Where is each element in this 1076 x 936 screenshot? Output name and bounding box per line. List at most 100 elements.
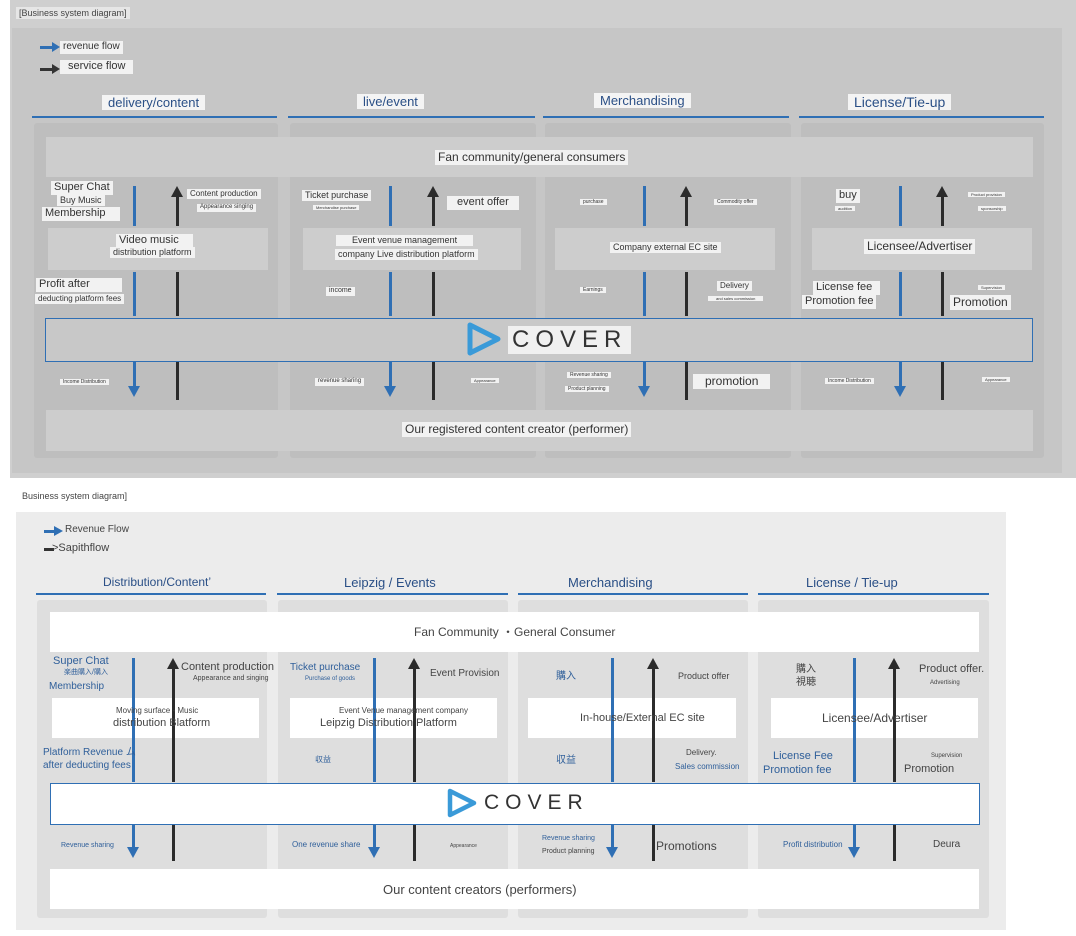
- revenue-arrow: [643, 362, 646, 388]
- revenue-arrow: [899, 272, 902, 316]
- label-profit-distribution: Profit distribution: [783, 840, 843, 849]
- fan-community-label: Fan community/general consumers: [435, 150, 629, 165]
- service-arrow: [432, 272, 435, 316]
- label-appearance-singing: Appearance and singing: [193, 675, 269, 682]
- label-revenue-sharing: revenue sharing: [315, 378, 365, 386]
- revenue-arrow: [133, 272, 136, 316]
- label-watch: 視聴: [796, 677, 816, 688]
- header-underline: [32, 116, 277, 118]
- label-appearance-singing: Appearance singing: [197, 204, 257, 212]
- label-content-production: Content production: [187, 189, 261, 199]
- label-deura: Deura: [933, 839, 961, 850]
- label-profit-line1: Platform Revenue ム: [43, 747, 136, 758]
- label-content-production: Content production: [181, 661, 274, 673]
- label-purchase-of-goods: Purchase of goods: [305, 676, 356, 682]
- label-platform-line1: Video music: [116, 234, 193, 248]
- label-license-fee: License fee: [813, 281, 881, 295]
- service-arrow: [176, 272, 179, 316]
- label-commodity-offer: Commodity offer: [714, 199, 757, 206]
- revenue-arrow-head: [127, 847, 139, 858]
- revenue-arrow: [899, 186, 902, 226]
- revenue-arrow: [611, 825, 614, 849]
- revenue-arrow: [643, 272, 646, 316]
- label-ec-site: In-house/External EC site: [580, 712, 705, 724]
- label-membership: Membership: [49, 681, 105, 692]
- label-revenue-sharing: Revenue sharing: [542, 835, 595, 842]
- label-profit-line1: Profit after: [36, 278, 122, 292]
- label-advertising: Advertising: [930, 680, 960, 686]
- label-membership: Membership: [42, 207, 120, 221]
- label-supervision: Supervision: [931, 753, 963, 759]
- legend-service-label: >Sapithflow: [52, 542, 110, 554]
- legend-revenue-arrow-head: [52, 42, 60, 52]
- label-earnings: Earnings: [580, 287, 606, 294]
- label-super-chat: Super Chat: [51, 181, 113, 195]
- header-live-event: live/event: [357, 94, 424, 109]
- cover-wordmark: COVER: [484, 791, 589, 814]
- label-delivery: Delivery: [717, 281, 752, 291]
- service-arrow: [176, 362, 179, 400]
- label-income: income: [326, 287, 355, 296]
- revenue-arrow-head: [128, 386, 140, 397]
- revenue-arrow: [389, 186, 392, 226]
- revenue-arrow: [389, 272, 392, 316]
- header-underline: [288, 116, 535, 118]
- header-delivery-content: delivery/content: [102, 95, 206, 110]
- label-purchase: 購入: [556, 671, 576, 682]
- label-product-planning: Product planning: [565, 386, 609, 393]
- cover-wordmark: COVER: [508, 326, 632, 354]
- label-buy: buy: [836, 189, 860, 203]
- label-buy: 購入: [796, 664, 816, 675]
- label-product-planning: Product planning: [542, 848, 595, 855]
- revenue-arrow-head: [894, 386, 906, 397]
- header-license-tieup: License/Tie-up: [848, 94, 952, 110]
- revenue-arrow: [132, 825, 135, 849]
- label-super-chat: Super Chat: [53, 655, 109, 667]
- label-promotion: Promotion: [904, 763, 955, 775]
- label-venue-line1: Event venue management: [336, 235, 474, 247]
- label-promotion: promotion: [693, 374, 771, 389]
- label-income: 収益: [556, 755, 576, 766]
- header-leipzig-events: Leipzig / Events: [344, 575, 436, 590]
- label-appearance: Appearance: [982, 377, 1010, 382]
- header-merchandising: Merchandising: [568, 575, 653, 590]
- revenue-arrow: [853, 825, 856, 849]
- label-appearance: Appearance: [450, 843, 477, 849]
- label-product-provision: Product provision: [968, 192, 1005, 197]
- label-venue-line2: company Live distribution platform: [335, 249, 478, 261]
- label-license-fee: License Fee: [773, 750, 833, 762]
- header-underline: [277, 593, 508, 595]
- header-underline: [36, 593, 266, 595]
- creators-label: Our content creators (performers): [383, 882, 577, 897]
- revenue-arrow-head: [368, 847, 380, 858]
- service-arrow: [176, 196, 179, 226]
- label-supervision: Supervision: [978, 285, 1005, 290]
- bottom-diagram-title: Business system diagram]: [22, 491, 128, 501]
- header-underline: [518, 593, 748, 595]
- label-sales-commission: and sales commission: [708, 296, 764, 301]
- service-arrow: [432, 196, 435, 226]
- service-arrow: [685, 272, 688, 316]
- label-event-provision: Event Provision: [430, 668, 500, 679]
- service-arrow: [685, 196, 688, 226]
- label-buy-music: Buy Music: [57, 195, 105, 207]
- label-ticket-purchase: Ticket purchase: [290, 662, 361, 673]
- service-arrow: [941, 362, 944, 400]
- label-licensee-advertiser: Licensee/Advertiser: [864, 239, 976, 254]
- service-arrow: [413, 825, 416, 861]
- header-distribution-content: Distribution/Content’: [103, 575, 212, 589]
- cover-logo-icon: [446, 788, 478, 823]
- revenue-arrow: [899, 362, 902, 388]
- label-ticket-purchase: Ticket purchase: [302, 190, 372, 202]
- service-arrow: [941, 272, 944, 316]
- label-ec-site: Company external EC site: [610, 242, 721, 254]
- header-license-tieup: License / Tie-up: [806, 575, 898, 590]
- label-platform-line2: distribution Blatform: [113, 717, 211, 729]
- service-arrow: [652, 825, 655, 861]
- fan-community-label: Fan Community ・General Consumer: [414, 625, 616, 639]
- label-income: 収益: [315, 755, 331, 764]
- label-audition: audition: [835, 206, 856, 211]
- top-diagram-title: [Business system diagram]: [16, 7, 130, 19]
- label-venue-line2: Leipzig Distribution Platform: [320, 717, 457, 729]
- label-income-distribution: Income Distribution: [825, 378, 874, 385]
